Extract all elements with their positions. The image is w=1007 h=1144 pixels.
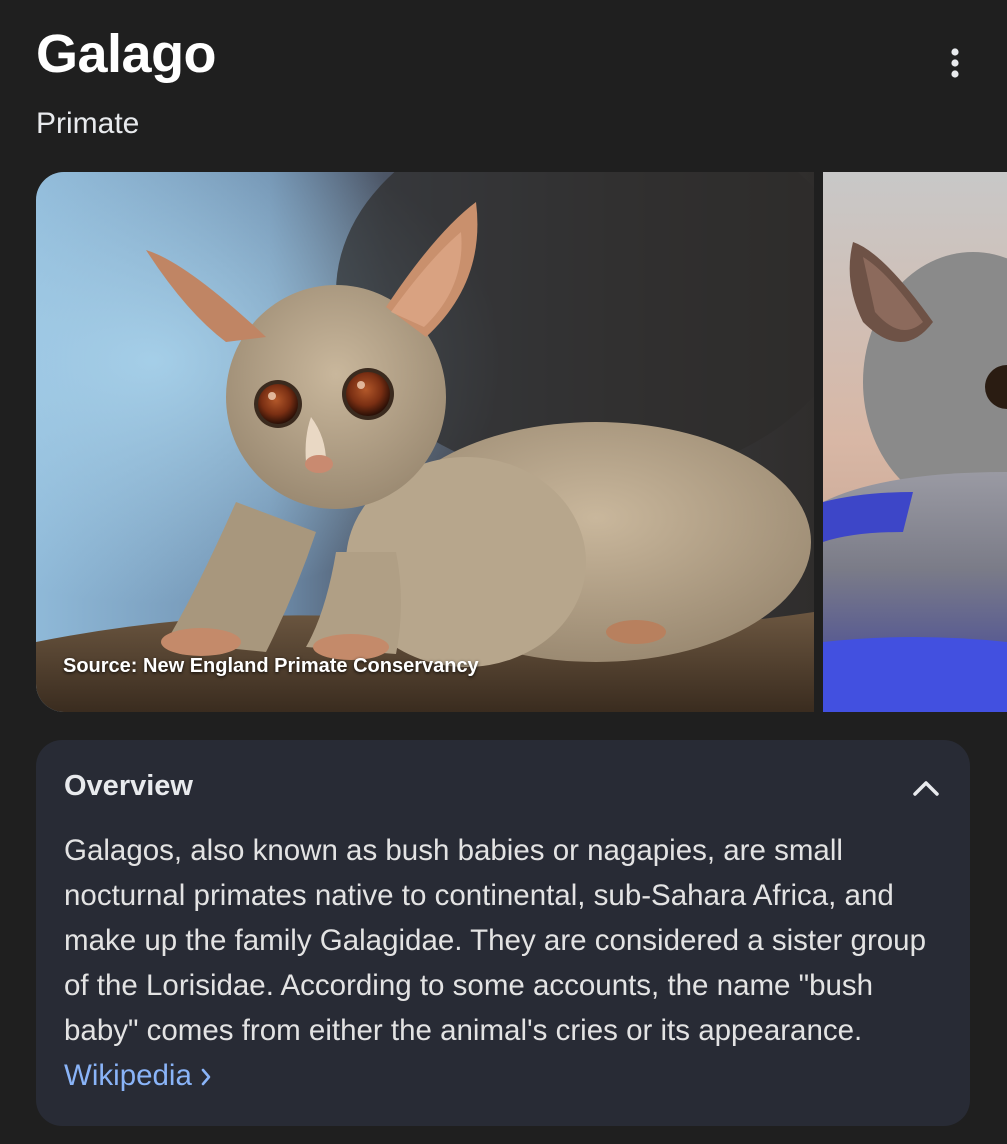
overview-description: Galagos, also known as bush babies or na… [64,828,954,1098]
galago-image-second[interactable] [823,172,1007,712]
overview-card: Overview Galagos, also known as bush bab… [36,740,970,1126]
knowledge-panel: Galago Primate Source: New England Prima… [0,0,1007,1144]
wikipedia-link[interactable]: Wikipedia [64,1059,212,1092]
wikipedia-link-label: Wikipedia [64,1059,192,1092]
galago-image-main[interactable]: Source: New England Primate Conservancy [36,172,814,712]
entity-subtitle: Primate [36,107,140,140]
galago-photo [36,172,814,712]
entity-title: Galago [36,24,217,84]
galago-photo-second [823,172,1007,712]
image-source-caption: Source: New England Primate Conservancy [63,655,479,677]
overview-text: Galagos, also known as bush babies or na… [64,834,926,1047]
chevron-right-icon [201,1068,211,1086]
more-options-button[interactable] [932,40,978,86]
collapse-overview-button[interactable] [906,768,946,808]
overview-heading: Overview [64,770,193,802]
more-vert-icon [951,48,959,78]
chevron-up-icon [913,781,939,796]
